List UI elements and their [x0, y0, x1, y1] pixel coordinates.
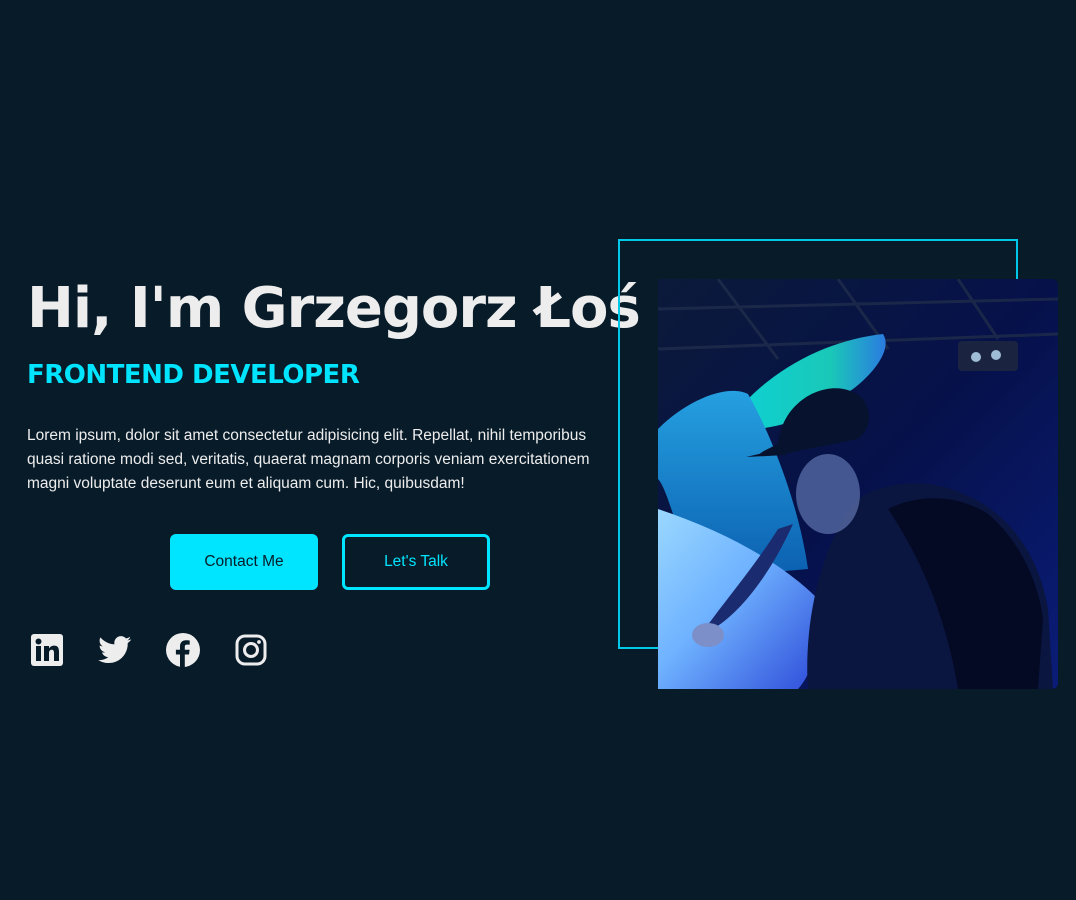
facebook-icon[interactable]: [166, 632, 200, 668]
hero-role: FRONTEND DEVELOPER: [27, 360, 360, 390]
hero-description: Lorem ipsum, dolor sit amet consectetur …: [27, 427, 590, 492]
contact-me-button[interactable]: Contact Me: [170, 534, 318, 590]
hero-title: Hi, I'm Grzegorz Łoś: [27, 276, 641, 341]
hero-text: Hi, I'm Grzegorz Łoś FRONTEND DEVELOPER …: [27, 270, 641, 496]
linkedin-icon[interactable]: [30, 632, 64, 668]
lets-talk-button[interactable]: Let's Talk: [342, 534, 490, 590]
social-links: [30, 632, 268, 668]
profile-photo: [658, 279, 1058, 689]
hero-buttons: Contact Me Let's Talk: [170, 534, 490, 590]
instagram-icon[interactable]: [234, 632, 268, 668]
twitter-icon[interactable]: [98, 632, 132, 668]
